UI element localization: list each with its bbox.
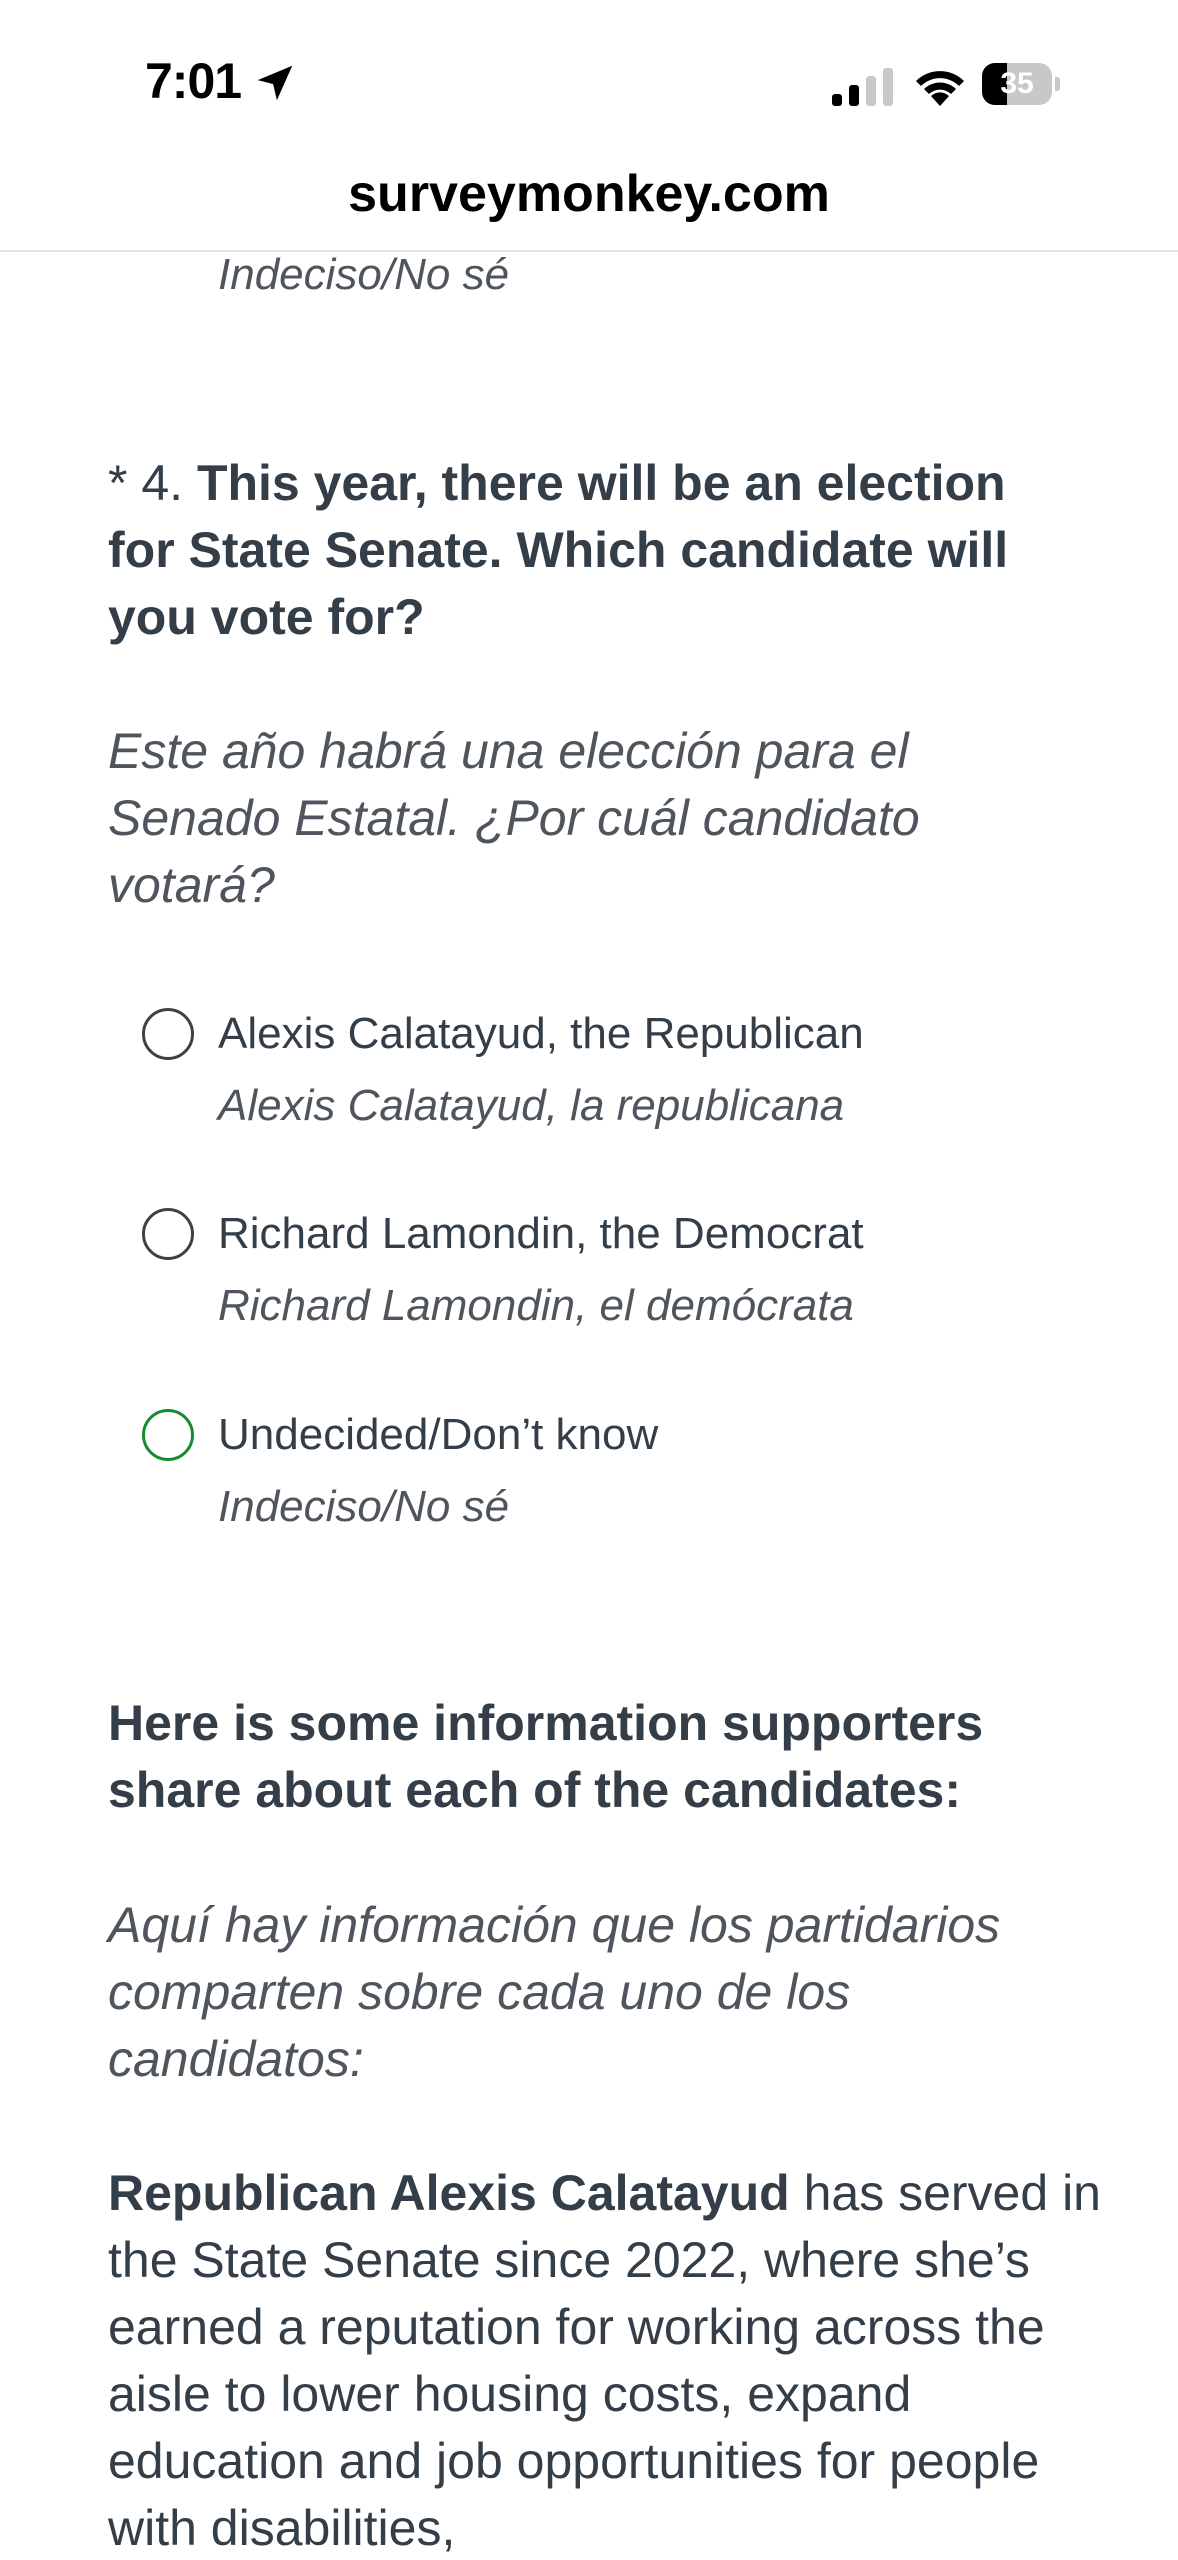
option-label-es[interactable]: Alexis Calatayud, la republicana — [218, 1074, 844, 1138]
option-label-es[interactable]: Indeciso/No sé — [218, 1475, 509, 1539]
info-heading-es: Aquí hay información que los partidarios… — [108, 1897, 1001, 2087]
previous-option-label-es: Indeciso/No sé — [218, 250, 510, 299]
battery-level: 35 — [1000, 67, 1034, 100]
option-label[interactable]: Alexis Calatayud, the Republican — [218, 1002, 864, 1066]
bio-candidate-name: Republican Alexis Calatayud — [108, 2165, 790, 2221]
question-text-es: Este año habrá una elección para el Sena… — [108, 723, 920, 913]
cellular-signal-icon — [832, 68, 893, 106]
wifi-icon — [916, 71, 964, 106]
question-title: * 4. This year, there will be an electio… — [108, 450, 1068, 651]
browser-url-bar[interactable]: surveymonkey.com — [0, 150, 1178, 252]
option-label[interactable]: Richard Lamondin, the Democrat — [218, 1202, 864, 1266]
option-label[interactable]: Undecided/Don’t know — [218, 1403, 658, 1467]
question-number: * 4. — [108, 455, 197, 511]
battery-icon: 35 — [982, 63, 1062, 105]
option-label-es[interactable]: Richard Lamondin, el demócrata — [218, 1274, 854, 1338]
location-arrow-icon — [257, 65, 293, 101]
candidate-bio: Republican Alexis Calatayud has served i… — [108, 2160, 1118, 2560]
info-heading: Here is some information supporters shar… — [108, 1695, 984, 1818]
radio-button[interactable] — [142, 1008, 194, 1060]
question-text: This year, there will be an election for… — [108, 455, 1009, 645]
battery-body: 35 — [982, 63, 1052, 105]
status-bar: 7:01 35 — [0, 0, 1178, 150]
battery-nub — [1055, 77, 1060, 91]
radio-button[interactable] — [142, 1409, 194, 1461]
url-text[interactable]: surveymonkey.com — [0, 164, 1178, 224]
radio-button[interactable] — [142, 1208, 194, 1260]
bio-text: has served in the State Senate since 202… — [108, 2165, 1101, 2556]
status-time: 7:01 — [145, 53, 242, 109]
survey-content: Indeciso/No sé * 4. This year, there wil… — [0, 250, 1178, 2560]
